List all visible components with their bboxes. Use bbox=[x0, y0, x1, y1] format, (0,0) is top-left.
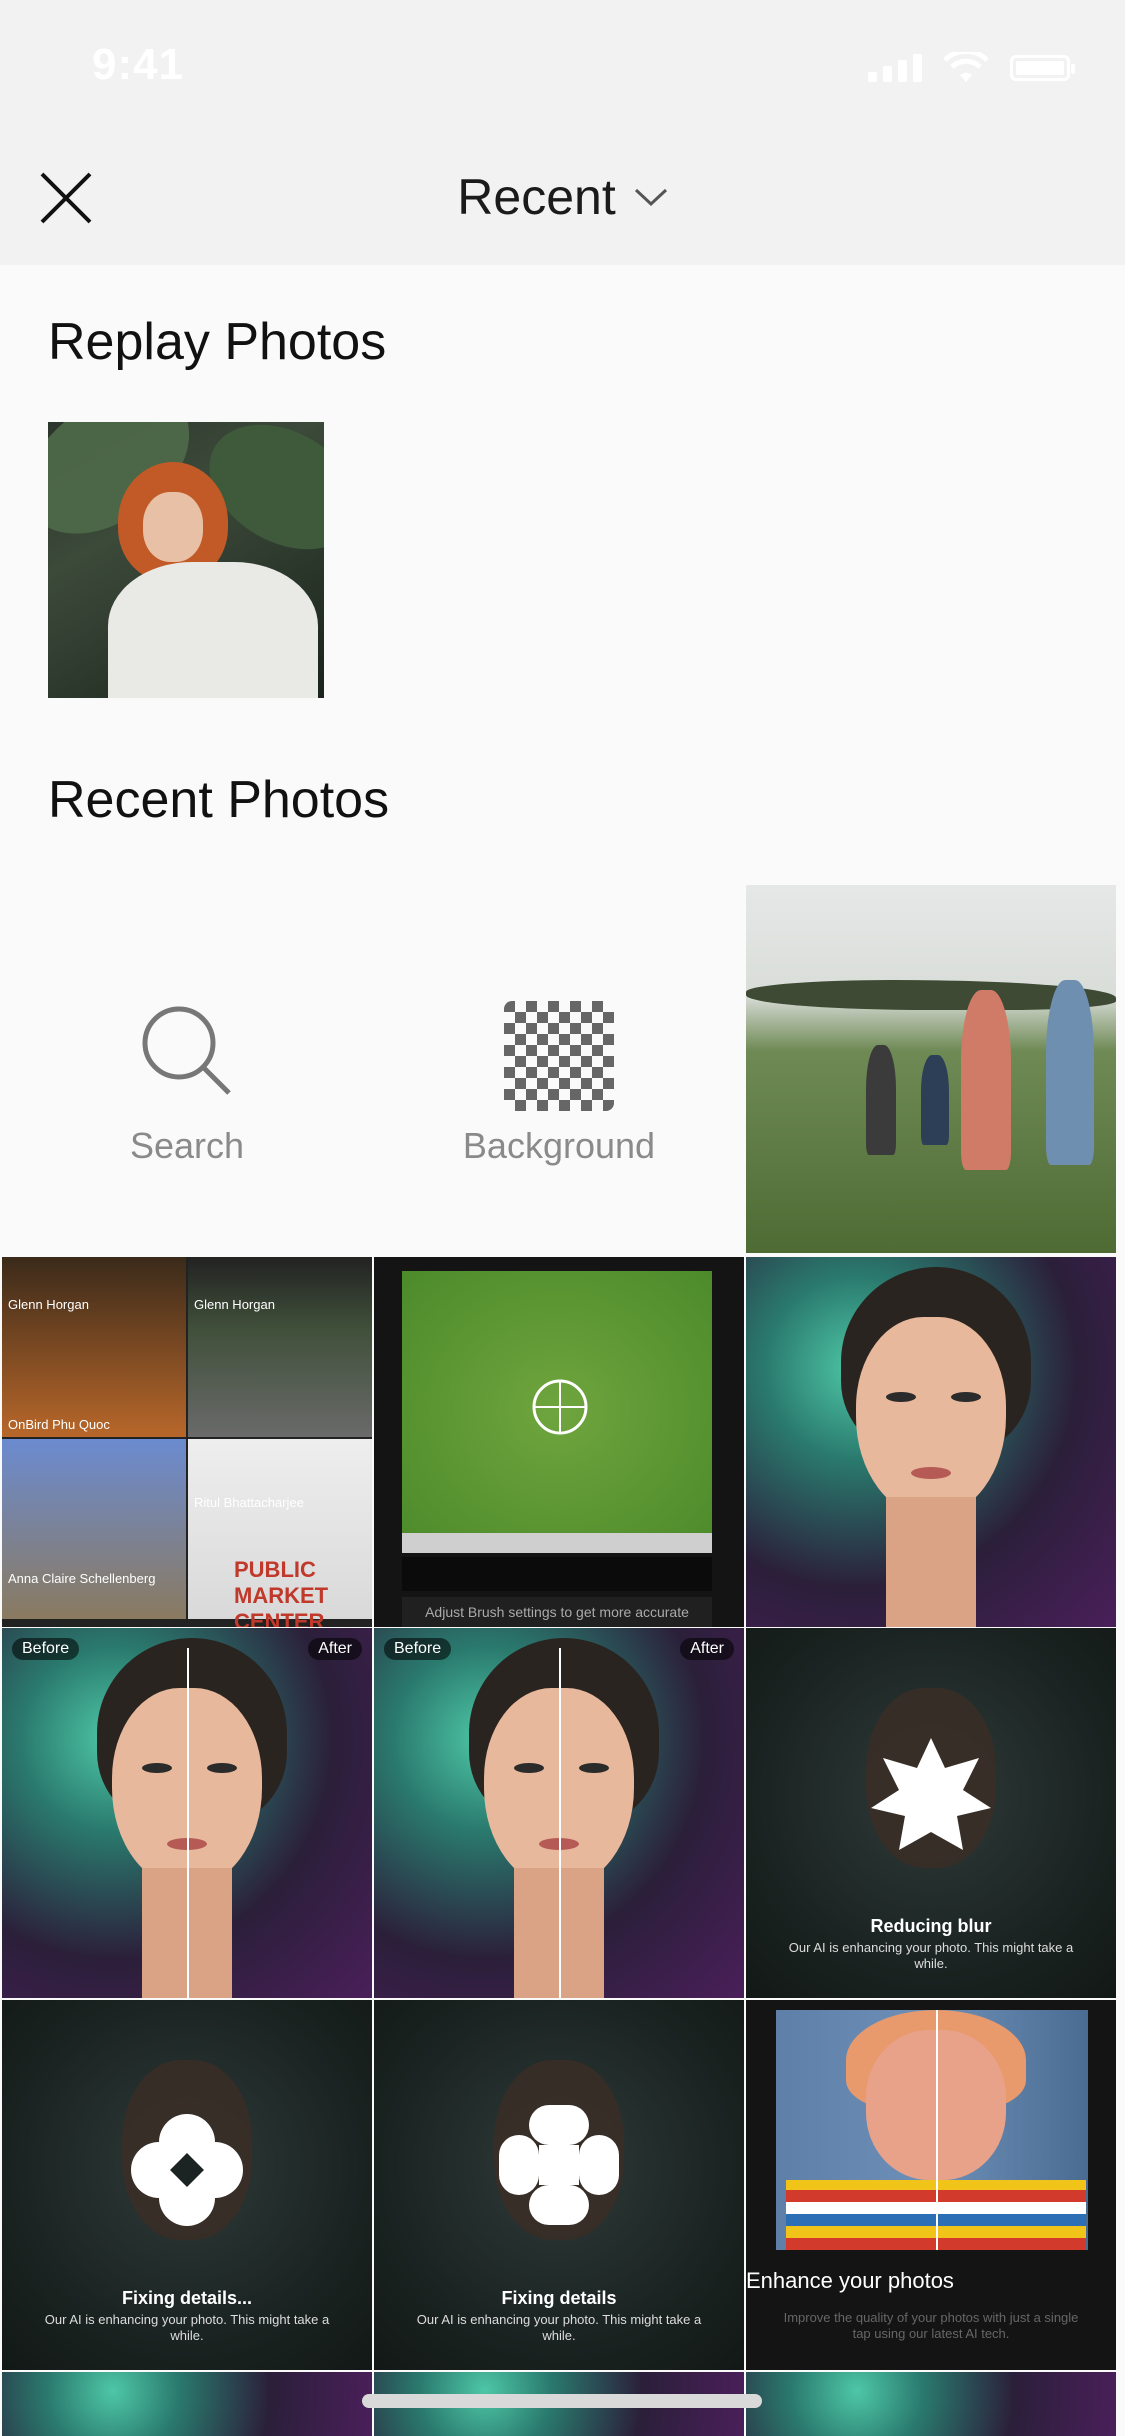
brush-hint: Adjust Brush settings to get more accura… bbox=[402, 1597, 712, 1627]
overlay-title: Fixing details bbox=[501, 2288, 617, 2308]
background-tool-label: Background bbox=[462, 1125, 656, 1166]
after-tag: After bbox=[680, 1638, 734, 1660]
flower-icon bbox=[499, 2105, 619, 2225]
photo-thumbnail[interactable]: Before After bbox=[2, 1628, 372, 1998]
before-tag: Before bbox=[384, 1638, 452, 1660]
checkerboard-icon bbox=[504, 1001, 614, 1111]
photo-thumbnail[interactable]: Enhance your photos Improve the quality … bbox=[746, 2000, 1116, 2370]
status-time: 9:41 bbox=[92, 40, 185, 89]
recent-photos-title: Recent Photos bbox=[48, 771, 390, 829]
search-tool[interactable]: Search bbox=[2, 885, 372, 1255]
collage-caption: Ritul Bhattacharjee bbox=[194, 1495, 304, 1510]
collage-caption: Glenn Horgan bbox=[8, 1297, 89, 1312]
status-icons bbox=[868, 52, 1075, 84]
album-title: Recent bbox=[457, 169, 616, 225]
collage-caption: OnBird Phu Quoc bbox=[8, 1417, 110, 1432]
overlay-subtitle: Our AI is enhancing your photo. This mig… bbox=[416, 2312, 702, 2343]
overlay-title: Fixing details... bbox=[121, 2288, 253, 2308]
photo-thumbnail[interactable]: Adjust Brush settings to get more accura… bbox=[374, 1257, 744, 1627]
brush-cursor-icon bbox=[532, 1379, 588, 1435]
star-burst-icon bbox=[871, 1738, 991, 1850]
album-selector[interactable]: Recent bbox=[0, 168, 1125, 226]
before-tag: Before bbox=[12, 1638, 80, 1660]
replay-photos-title: Replay Photos bbox=[48, 313, 387, 371]
flower-icon bbox=[131, 2114, 243, 2226]
replay-photo-thumbnail[interactable] bbox=[48, 422, 324, 698]
after-tag: After bbox=[308, 1638, 362, 1660]
home-indicator bbox=[362, 2394, 762, 2408]
overlay-title: Reducing blur bbox=[870, 1916, 992, 1936]
collage-caption: Glenn Horgan bbox=[194, 1297, 275, 1312]
enhance-title: Enhance your photos bbox=[746, 2268, 954, 2293]
signal-icon bbox=[868, 54, 922, 82]
collage-caption: Anna Claire Schellenberg bbox=[8, 1571, 156, 1586]
search-icon bbox=[142, 1006, 231, 1095]
photo-thumbnail[interactable]: Fixing details Our AI is enhancing your … bbox=[374, 2000, 744, 2370]
overlay-subtitle: Our AI is enhancing your photo. This mig… bbox=[788, 1940, 1074, 1971]
search-tool-label: Search bbox=[129, 1125, 245, 1166]
photo-thumbnail[interactable]: Glenn Horgan Glenn Horgan OnBird Phu Quo… bbox=[2, 1257, 372, 1627]
collage-caption: PUBLIC MARKET CENTER bbox=[234, 1557, 329, 1627]
photo-thumbnail[interactable]: Fixing details... Our AI is enhancing yo… bbox=[2, 2000, 372, 2370]
photo-thumbnail[interactable] bbox=[746, 2372, 1116, 2436]
wifi-icon bbox=[944, 52, 988, 82]
chevron-down-icon bbox=[634, 188, 667, 207]
photo-thumbnail[interactable] bbox=[746, 885, 1116, 1253]
photo-thumbnail[interactable] bbox=[2, 2372, 372, 2436]
photo-thumbnail[interactable] bbox=[746, 1257, 1116, 1627]
photo-thumbnail[interactable]: Reducing blur Our AI is enhancing your p… bbox=[746, 1628, 1116, 1998]
top-bar: 9:41 Recent bbox=[0, 0, 1125, 265]
photo-thumbnail[interactable]: Before After bbox=[374, 1628, 744, 1998]
overlay-subtitle: Our AI is enhancing your photo. This mig… bbox=[44, 2312, 330, 2343]
background-tool[interactable]: Background bbox=[374, 885, 744, 1255]
battery-icon bbox=[1010, 55, 1075, 81]
enhance-subtitle: Improve the quality of your photos with … bbox=[783, 2310, 1079, 2341]
